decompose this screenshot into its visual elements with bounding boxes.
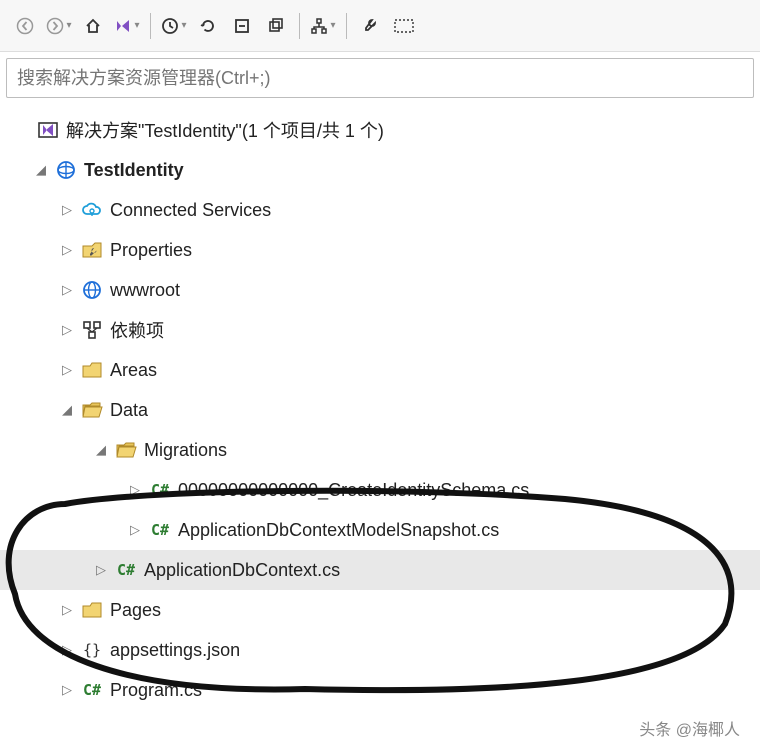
dependencies-icon — [80, 318, 104, 342]
solution-label: 解决方案"TestIdentity"(1 个项目/共 1 个) — [66, 117, 384, 143]
node-label: Program.cs — [110, 680, 202, 701]
project-icon — [54, 158, 78, 182]
expander-icon[interactable]: ▷ — [58, 642, 76, 658]
cloud-icon — [80, 198, 104, 222]
tree-node-pages[interactable]: ▷ Pages — [0, 590, 760, 630]
folder-icon — [80, 598, 104, 622]
folder-open-icon — [114, 438, 138, 462]
node-label: ApplicationDbContext.cs — [144, 560, 340, 581]
tree-node-wwwroot[interactable]: ▷ wwwroot — [0, 270, 760, 310]
node-label: Data — [110, 400, 148, 421]
csharp-icon: C# — [114, 558, 138, 582]
node-label: 00000000000000_CreateIdentitySchema.cs — [178, 480, 529, 501]
tree-node-migration-file[interactable]: ▷ C# ApplicationDbContextModelSnapshot.c… — [0, 510, 760, 550]
expander-icon[interactable]: ▷ — [58, 362, 76, 378]
expander-icon[interactable]: ▷ — [58, 242, 76, 258]
expander-icon[interactable]: ◢ — [92, 442, 110, 458]
project-label: TestIdentity — [84, 160, 184, 181]
expander-icon[interactable]: ▷ — [92, 562, 110, 578]
node-label: Connected Services — [110, 200, 271, 221]
pending-changes-button[interactable] — [159, 11, 189, 41]
search-input[interactable] — [17, 68, 743, 89]
show-all-button[interactable] — [261, 11, 291, 41]
csharp-icon: C# — [148, 478, 172, 502]
folder-open-icon — [80, 398, 104, 422]
wrench-icon — [80, 238, 104, 262]
globe-icon — [80, 278, 104, 302]
node-label: appsettings.json — [110, 640, 240, 661]
tree-node-data[interactable]: ◢ Data — [0, 390, 760, 430]
tree-node-appsettings[interactable]: ▷ {} appsettings.json — [0, 630, 760, 670]
json-icon: {} — [80, 638, 104, 662]
home-button[interactable] — [78, 11, 108, 41]
vs-icon[interactable] — [112, 11, 142, 41]
hierarchy-button[interactable] — [308, 11, 338, 41]
project-node[interactable]: ◢ TestIdentity — [0, 150, 760, 190]
tree-node-migration-file[interactable]: ▷ C# 00000000000000_CreateIdentitySchema… — [0, 470, 760, 510]
solution-tree: 解决方案"TestIdentity"(1 个项目/共 1 个) ◢ TestId… — [0, 104, 760, 716]
csharp-icon: C# — [80, 678, 104, 702]
expander-icon[interactable]: ▷ — [58, 202, 76, 218]
solution-node[interactable]: 解决方案"TestIdentity"(1 个项目/共 1 个) — [0, 110, 760, 150]
tree-node-properties[interactable]: ▷ Properties — [0, 230, 760, 270]
watermark: 头条 @海椰人 — [639, 716, 740, 740]
node-label: Areas — [110, 360, 157, 381]
tree-node-connected-services[interactable]: ▷ Connected Services — [0, 190, 760, 230]
tree-node-areas[interactable]: ▷ Areas — [0, 350, 760, 390]
node-label: ApplicationDbContextModelSnapshot.cs — [178, 520, 499, 541]
forward-button[interactable] — [44, 11, 74, 41]
node-label: Migrations — [144, 440, 227, 461]
node-label: Properties — [110, 240, 192, 261]
expander-icon[interactable]: ▷ — [58, 322, 76, 338]
expander-icon[interactable]: ▷ — [58, 282, 76, 298]
expander-icon[interactable]: ▷ — [58, 602, 76, 618]
tree-node-dbcontext[interactable]: ▷ C# ApplicationDbContext.cs — [0, 550, 760, 590]
refresh-button[interactable] — [193, 11, 223, 41]
expander-icon[interactable]: ◢ — [58, 402, 76, 418]
preview-button[interactable] — [389, 11, 419, 41]
back-button[interactable] — [10, 11, 40, 41]
tree-node-dependencies[interactable]: ▷ 依赖项 — [0, 310, 760, 350]
collapse-button[interactable] — [227, 11, 257, 41]
solution-icon — [36, 118, 60, 142]
separator-icon — [150, 13, 151, 39]
separator-icon — [299, 13, 300, 39]
toolbar — [0, 0, 760, 52]
search-box[interactable] — [6, 58, 754, 98]
separator-icon — [346, 13, 347, 39]
expander-icon[interactable]: ◢ — [32, 162, 50, 178]
node-label: wwwroot — [110, 280, 180, 301]
expander-icon[interactable]: ▷ — [126, 482, 144, 498]
properties-button[interactable] — [355, 11, 385, 41]
node-label: 依赖项 — [110, 317, 164, 343]
node-label: Pages — [110, 600, 161, 621]
expander-icon[interactable]: ▷ — [58, 682, 76, 698]
expander-icon[interactable]: ▷ — [126, 522, 144, 538]
tree-node-migrations[interactable]: ◢ Migrations — [0, 430, 760, 470]
csharp-icon: C# — [148, 518, 172, 542]
tree-node-program[interactable]: ▷ C# Program.cs — [0, 670, 760, 710]
folder-icon — [80, 358, 104, 382]
